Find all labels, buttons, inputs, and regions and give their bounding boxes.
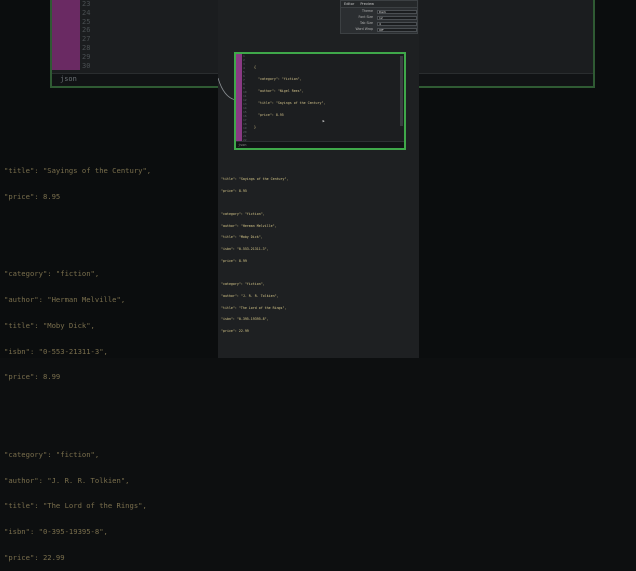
json-line: "price": 8.99	[221, 258, 247, 263]
settings-input[interactable]: 4	[377, 21, 417, 26]
json-line: "category": "fiction",	[221, 211, 265, 216]
code-line: "author": "Nigel Rees",	[254, 89, 304, 93]
tab-editor[interactable]: Editor	[341, 1, 357, 7]
settings-label: Font Size	[358, 15, 374, 19]
settings-label: Word Wrap	[355, 27, 373, 31]
json-line: "price": 22.99	[221, 329, 249, 334]
json-line: "author": "J. R. R. Tolkien",	[221, 294, 279, 298]
editor-code-area[interactable]: { "category": "fiction", "author": "Nige…	[254, 57, 325, 137]
line-number: 24	[82, 8, 91, 17]
code-line: "title": "Sayings of the Century",	[254, 101, 326, 105]
json-line: "title": "Sayings of the Century",	[221, 176, 289, 181]
line-number: 30	[82, 61, 91, 70]
json-line: "isbn": "0-395-19395-8",	[221, 317, 269, 322]
settings-row: Font Size 12	[341, 15, 417, 20]
settings-label: Tab Size	[360, 21, 373, 25]
editor-status-text: json	[238, 143, 247, 147]
settings-tabs: Editor Preview	[341, 1, 417, 8]
line-number: 23	[82, 0, 91, 8]
json-line: "price": 8.95	[4, 191, 61, 201]
settings-row: Word Wrap Off	[341, 27, 417, 32]
json-line: "category": "fiction",	[4, 449, 100, 459]
json-line: "author": "Herman Melville",	[221, 223, 277, 228]
json-line: "title": "The Lord of the Rings",	[4, 501, 147, 511]
json-line: "title": "Moby Dick",	[221, 235, 263, 240]
json-line: "category": "fiction",	[4, 269, 100, 279]
settings-popup[interactable]: Editor Preview Theme Dark Font Size 12 T…	[340, 0, 418, 34]
line-number: 27	[82, 35, 91, 44]
json-line: "price": 8.95	[221, 188, 247, 193]
json-line	[4, 425, 151, 434]
json-line: "title": "The Lord of the Rings",	[221, 305, 287, 310]
json-line: "author": "J. R. R. Tolkien",	[4, 475, 130, 485]
editor-status-bar: json	[236, 141, 404, 148]
json-line: "author": "Herman Melville",	[4, 295, 126, 305]
code-line: {	[254, 65, 256, 69]
json-line	[221, 272, 289, 276]
settings-row: Tab Size 4	[341, 21, 417, 26]
json-line: "category": "fiction",	[221, 282, 265, 287]
json-line: "isbn": "0-395-19395-8",	[4, 527, 108, 537]
code-line: }	[254, 125, 256, 129]
background-line-numbers: 23 24 25 26 27 28 29 30	[82, 0, 100, 70]
background-editor-gutter	[52, 0, 80, 70]
settings-toggle[interactable]: Off	[377, 27, 417, 32]
tab-preview[interactable]: Preview	[357, 1, 377, 7]
json-line: "isbn": "0-553-21311-3",	[221, 247, 269, 252]
line-number: 25	[82, 17, 91, 26]
json-line	[4, 399, 151, 408]
background-status-text: json	[60, 75, 77, 83]
main-editor[interactable]: 1 2 3 4 5 6 7 8 9 10 11 12 13 14 15 16 1…	[234, 52, 406, 150]
background-json: "title": "Sayings of the Century", "pric…	[4, 150, 151, 571]
editor-gutter	[236, 54, 242, 142]
code-line: "price": 8.95	[254, 113, 284, 117]
json-line: "title": "Sayings of the Century",	[4, 166, 152, 176]
mouse-cursor-icon: ➤	[322, 119, 326, 125]
editor-line-numbers: 1 2 3 4 5 6 7 8 9 10 11 12 13 14 15 16 1…	[243, 54, 251, 142]
line-number: 28	[82, 43, 91, 52]
settings-row: Theme Dark	[341, 9, 417, 14]
output-json: "title": "Sayings of the Century", "pric…	[221, 170, 289, 338]
line-number: 29	[82, 52, 91, 61]
line-number: 26	[82, 26, 91, 35]
json-line	[4, 219, 151, 228]
code-line: "category": "fiction",	[254, 77, 302, 81]
json-line: "price": 8.99	[4, 372, 61, 382]
json-line	[221, 201, 289, 205]
json-line	[4, 245, 151, 254]
editor-scrollbar[interactable]	[400, 56, 403, 126]
json-line: "title": "Moby Dick",	[4, 320, 95, 330]
settings-label: Theme	[362, 9, 373, 13]
settings-dropdown[interactable]: Dark	[377, 9, 417, 14]
json-line: "price": 22.99	[4, 552, 65, 562]
settings-input[interactable]: 12	[377, 15, 417, 20]
json-line: "isbn": "0-553-21311-3",	[4, 346, 108, 356]
